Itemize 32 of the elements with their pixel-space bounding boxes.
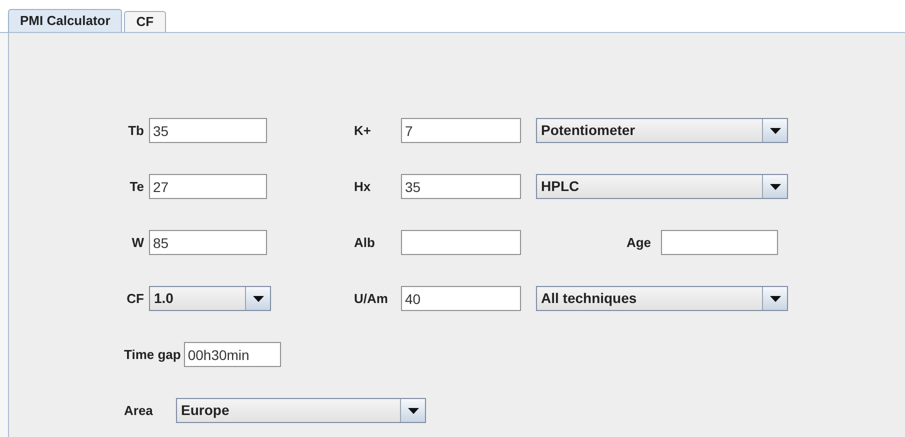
tab[interactable]: CF <box>124 11 166 32</box>
caret-down-icon <box>408 408 418 414</box>
field-label: Age <box>626 234 651 250</box>
field-label: Area <box>124 402 154 420</box>
dropdown[interactable]: All techniques <box>536 286 788 311</box>
field-label: W <box>132 234 144 250</box>
text-field[interactable]: 35 <box>401 174 521 199</box>
field-label: K+ <box>354 122 371 138</box>
text-field[interactable]: 27 <box>149 174 267 199</box>
caret-down-icon <box>770 128 780 134</box>
text-field[interactable]: 85 <box>149 230 267 255</box>
text-field[interactable] <box>401 230 521 255</box>
text-field[interactable] <box>661 230 778 255</box>
text-field[interactable]: 35 <box>149 118 267 143</box>
dropdown[interactable]: Europe <box>176 398 426 423</box>
field-label: Hx <box>354 178 371 194</box>
dropdown[interactable]: HPLC <box>536 174 788 199</box>
text-field[interactable]: 00h30min <box>184 342 281 367</box>
text-field[interactable]: 7 <box>401 118 521 143</box>
field-label: Alb <box>354 234 375 250</box>
field-label: CF <box>126 290 144 306</box>
caret-down-icon <box>770 296 780 302</box>
caret-down-icon <box>770 184 780 190</box>
field-label: Tb <box>128 122 144 138</box>
caret-down-icon <box>252 296 264 302</box>
tab[interactable]: PMI Calculator <box>8 9 122 32</box>
text-field[interactable]: 40 <box>401 286 521 311</box>
dropdown[interactable]: 1.0 <box>149 286 271 311</box>
field-label: Te <box>130 178 144 194</box>
dropdown[interactable]: Potentiometer <box>536 118 788 143</box>
field-label: U/Am <box>354 290 388 306</box>
field-label: Time gap <box>124 346 181 364</box>
